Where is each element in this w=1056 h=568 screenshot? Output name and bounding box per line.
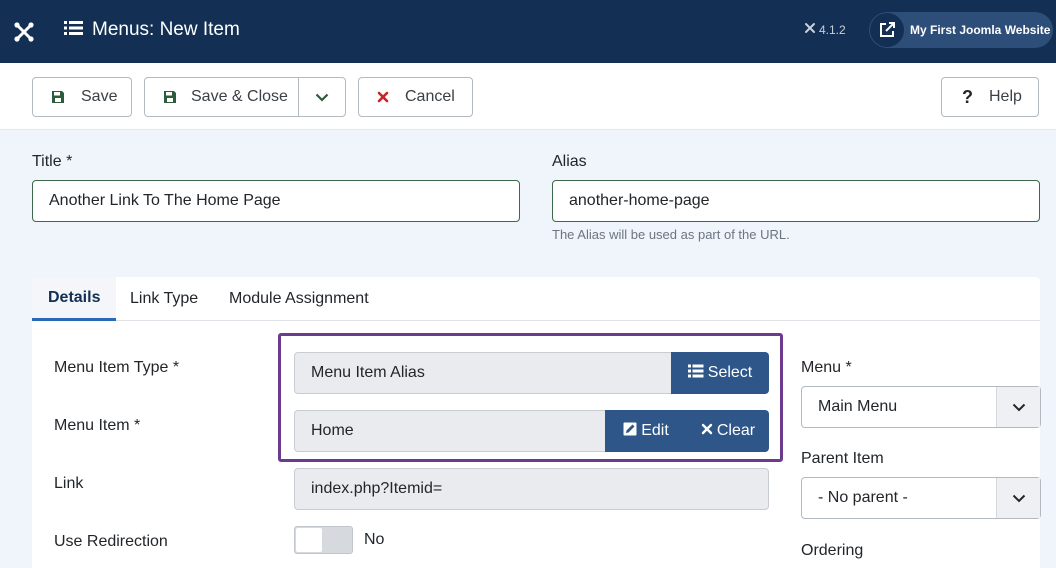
parent-item-select[interactable]: - No parent - — [801, 477, 1041, 519]
title-field[interactable]: Another Link To The Home Page — [32, 180, 520, 222]
list-icon — [64, 20, 83, 41]
link-field: index.php?Itemid= — [294, 468, 769, 510]
alias-field[interactable]: another-home-page — [552, 180, 1040, 222]
clear-label: Clear — [716, 422, 756, 439]
joomla-logo-icon[interactable] — [0, 0, 48, 63]
question-icon: ? — [962, 86, 973, 107]
top-header: Menus: New Item 4.1.2 My First Joomla We… — [0, 0, 1056, 63]
title-label: Title * — [32, 153, 73, 170]
select-label: Select — [707, 364, 753, 381]
floppy-disk-icon — [163, 90, 177, 104]
menu-select-value: Main Menu — [818, 398, 898, 415]
menu-item-type-field: Menu Item Alias — [294, 352, 672, 394]
alias-label: Alias — [552, 153, 587, 170]
joomla-small-icon — [804, 22, 816, 37]
version-badge: 4.1.2 — [804, 22, 846, 37]
cancel-button[interactable]: Cancel — [358, 77, 473, 117]
parent-item-label: Parent Item — [801, 450, 884, 467]
version-text: 4.1.2 — [819, 22, 846, 37]
save-button[interactable]: Save — [32, 77, 132, 117]
tab-details[interactable]: Details — [32, 277, 117, 321]
help-label: Help — [989, 88, 1022, 105]
list-icon — [687, 364, 704, 383]
close-icon — [377, 91, 389, 103]
save-close-button[interactable]: Save & Close — [144, 77, 346, 117]
tab-bar: Details Link Type Module Assignment — [32, 277, 1040, 321]
select-type-button[interactable]: Select — [671, 352, 769, 394]
floppy-disk-icon — [51, 90, 65, 104]
alias-hint: The Alias will be used as part of the UR… — [552, 227, 790, 242]
save-options-dropdown[interactable] — [299, 78, 345, 116]
toolbar: Save Save & Close Cancel ? Help — [0, 63, 1056, 130]
chevron-down-icon — [996, 478, 1040, 518]
page-title: Menus: New Item — [92, 19, 240, 40]
clear-button[interactable]: Clear — [687, 410, 769, 452]
page-title-group: Menus: New Item — [64, 16, 240, 44]
save-close-label: Save & Close — [191, 88, 288, 105]
save-label: Save — [81, 88, 118, 105]
redirect-label: Use Redirection — [54, 533, 168, 550]
help-button[interactable]: ? Help — [941, 77, 1039, 117]
tab-link-type[interactable]: Link Type — [130, 277, 198, 321]
ordering-label: Ordering — [801, 542, 864, 559]
edit-button[interactable]: Edit — [605, 410, 687, 452]
edit-label: Edit — [641, 422, 669, 439]
close-icon — [701, 422, 713, 440]
cancel-label: Cancel — [405, 88, 455, 105]
link-label: Link — [54, 475, 84, 492]
edit-icon — [623, 422, 637, 441]
chevron-down-icon — [315, 93, 329, 102]
site-link-button[interactable]: My First Joomla Website — [869, 12, 1053, 48]
toggle-knob — [296, 528, 322, 552]
parent-select-value: - No parent - — [818, 489, 908, 506]
menu-select[interactable]: Main Menu — [801, 386, 1041, 428]
tab-module-assignment[interactable]: Module Assignment — [229, 277, 369, 321]
external-link-icon — [870, 13, 904, 47]
menu-item-field: Home — [294, 410, 606, 452]
site-link-label: My First Joomla Website — [910, 23, 1051, 37]
menu-item-type-label: Menu Item Type * — [54, 359, 180, 376]
redirect-value: No — [364, 531, 385, 548]
menu-label: Menu * — [801, 359, 852, 376]
chevron-down-icon — [996, 387, 1040, 427]
menu-item-label: Menu Item * — [54, 417, 141, 434]
redirect-toggle[interactable] — [294, 526, 353, 554]
